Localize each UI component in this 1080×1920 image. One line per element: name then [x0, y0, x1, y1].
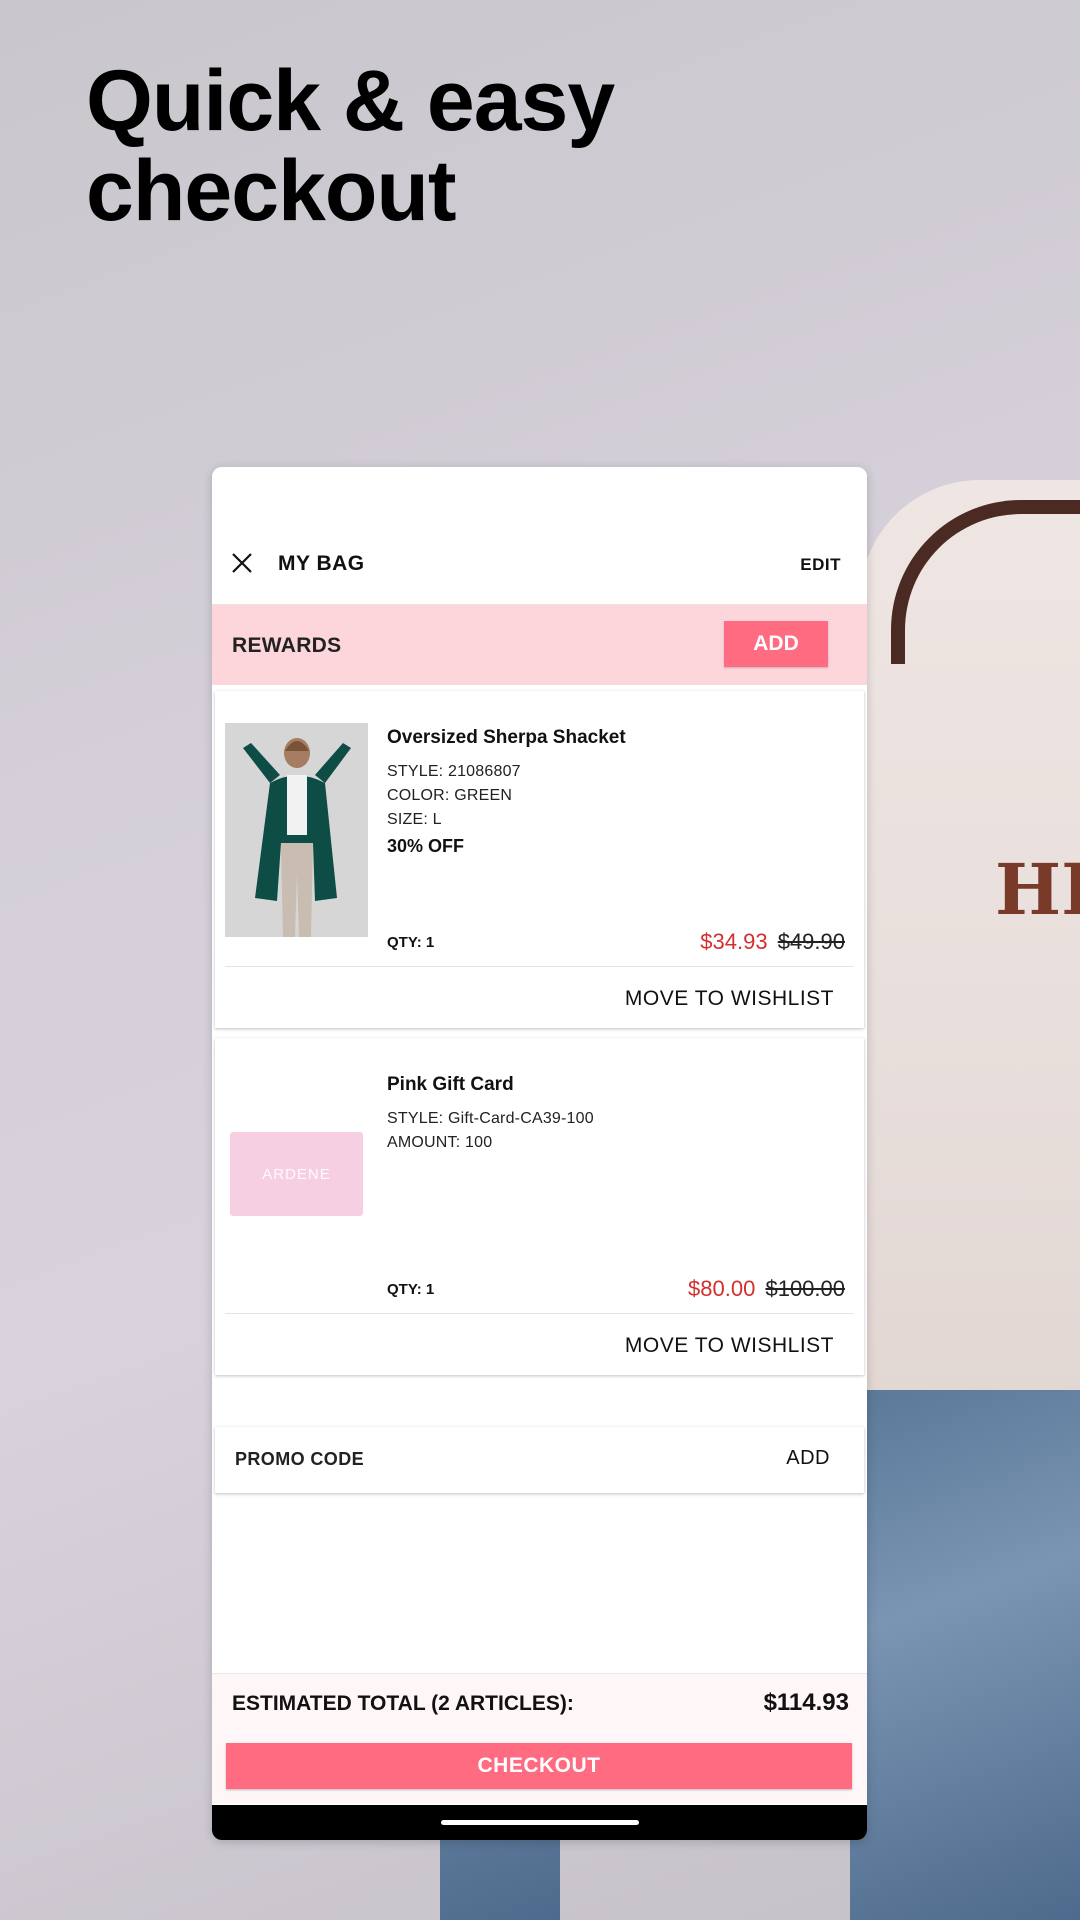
rewards-bar: REWARDS ADD	[212, 605, 867, 685]
divider	[225, 966, 854, 967]
original-price: $49.90	[777, 929, 845, 954]
page-title: MY BAG	[278, 552, 365, 575]
phone-screen: MY BAG EDIT REWARDS ADD Oversized Sherpa…	[212, 467, 867, 1840]
app-header: MY BAG EDIT	[212, 467, 867, 606]
item-price: $34.93 $49.90	[700, 929, 845, 955]
divider	[225, 1313, 854, 1314]
estimated-total-value: $114.93	[763, 1689, 849, 1716]
promo-add-button[interactable]: ADD	[786, 1447, 830, 1470]
close-icon[interactable]	[230, 551, 254, 575]
gift-card-image[interactable]: ARDENE	[230, 1132, 363, 1216]
bag-items-list: Oversized Sherpa Shacket STYLE: 21086807…	[215, 691, 864, 1385]
item-qty[interactable]: QTY: 1	[387, 934, 434, 951]
promo-code-row[interactable]: PROMO CODE ADD	[215, 1427, 864, 1493]
sale-price: $34.93	[700, 929, 768, 954]
gift-card-brand: ARDENE	[262, 1165, 331, 1183]
bag-item: Oversized Sherpa Shacket STYLE: 21086807…	[215, 691, 864, 1028]
item-style: STYLE: Gift-Card-CA39-100	[387, 1110, 594, 1127]
promo-code-label: PROMO CODE	[235, 1449, 365, 1469]
bag-item: ARDENE Pink Gift Card STYLE: Gift-Card-C…	[215, 1038, 864, 1375]
item-name[interactable]: Pink Gift Card	[387, 1074, 514, 1096]
model-jeans	[850, 1390, 1080, 1920]
rewards-add-button[interactable]: ADD	[724, 621, 828, 667]
estimated-total-label: ESTIMATED TOTAL (2 ARTICLES):	[232, 1692, 574, 1715]
headline-line-1: Quick & easy	[86, 53, 615, 149]
headline-line-2: checkout	[86, 143, 457, 239]
move-to-wishlist-button[interactable]: MOVE TO WISHLIST	[625, 1334, 834, 1358]
model-jeans-lower	[440, 1830, 560, 1920]
sale-price: $80.00	[688, 1276, 756, 1301]
item-size: SIZE: L	[387, 811, 442, 828]
original-price: $100.00	[765, 1276, 845, 1301]
checkout-button[interactable]: CHECKOUT	[226, 1743, 852, 1789]
item-name[interactable]: Oversized Sherpa Shacket	[387, 727, 626, 749]
edit-button[interactable]: EDIT	[800, 555, 841, 575]
item-discount: 30% OFF	[387, 836, 465, 856]
product-image[interactable]	[225, 723, 368, 937]
promo-headline: Quick & easy checkout	[86, 56, 786, 236]
shirt-print: HE	[995, 850, 1080, 931]
home-indicator[interactable]	[441, 1820, 639, 1825]
order-summary: ESTIMATED TOTAL (2 ARTICLES): $114.93 CH…	[212, 1673, 867, 1804]
item-color: COLOR: GREEN	[387, 787, 513, 804]
system-nav-bar	[212, 1805, 867, 1840]
rewards-label: REWARDS	[232, 634, 342, 657]
item-qty[interactable]: QTY: 1	[387, 1281, 434, 1298]
item-price: $80.00 $100.00	[688, 1276, 845, 1302]
move-to-wishlist-button[interactable]: MOVE TO WISHLIST	[625, 987, 834, 1011]
item-style: STYLE: 21086807	[387, 763, 521, 780]
item-amount: AMOUNT: 100	[387, 1134, 493, 1151]
